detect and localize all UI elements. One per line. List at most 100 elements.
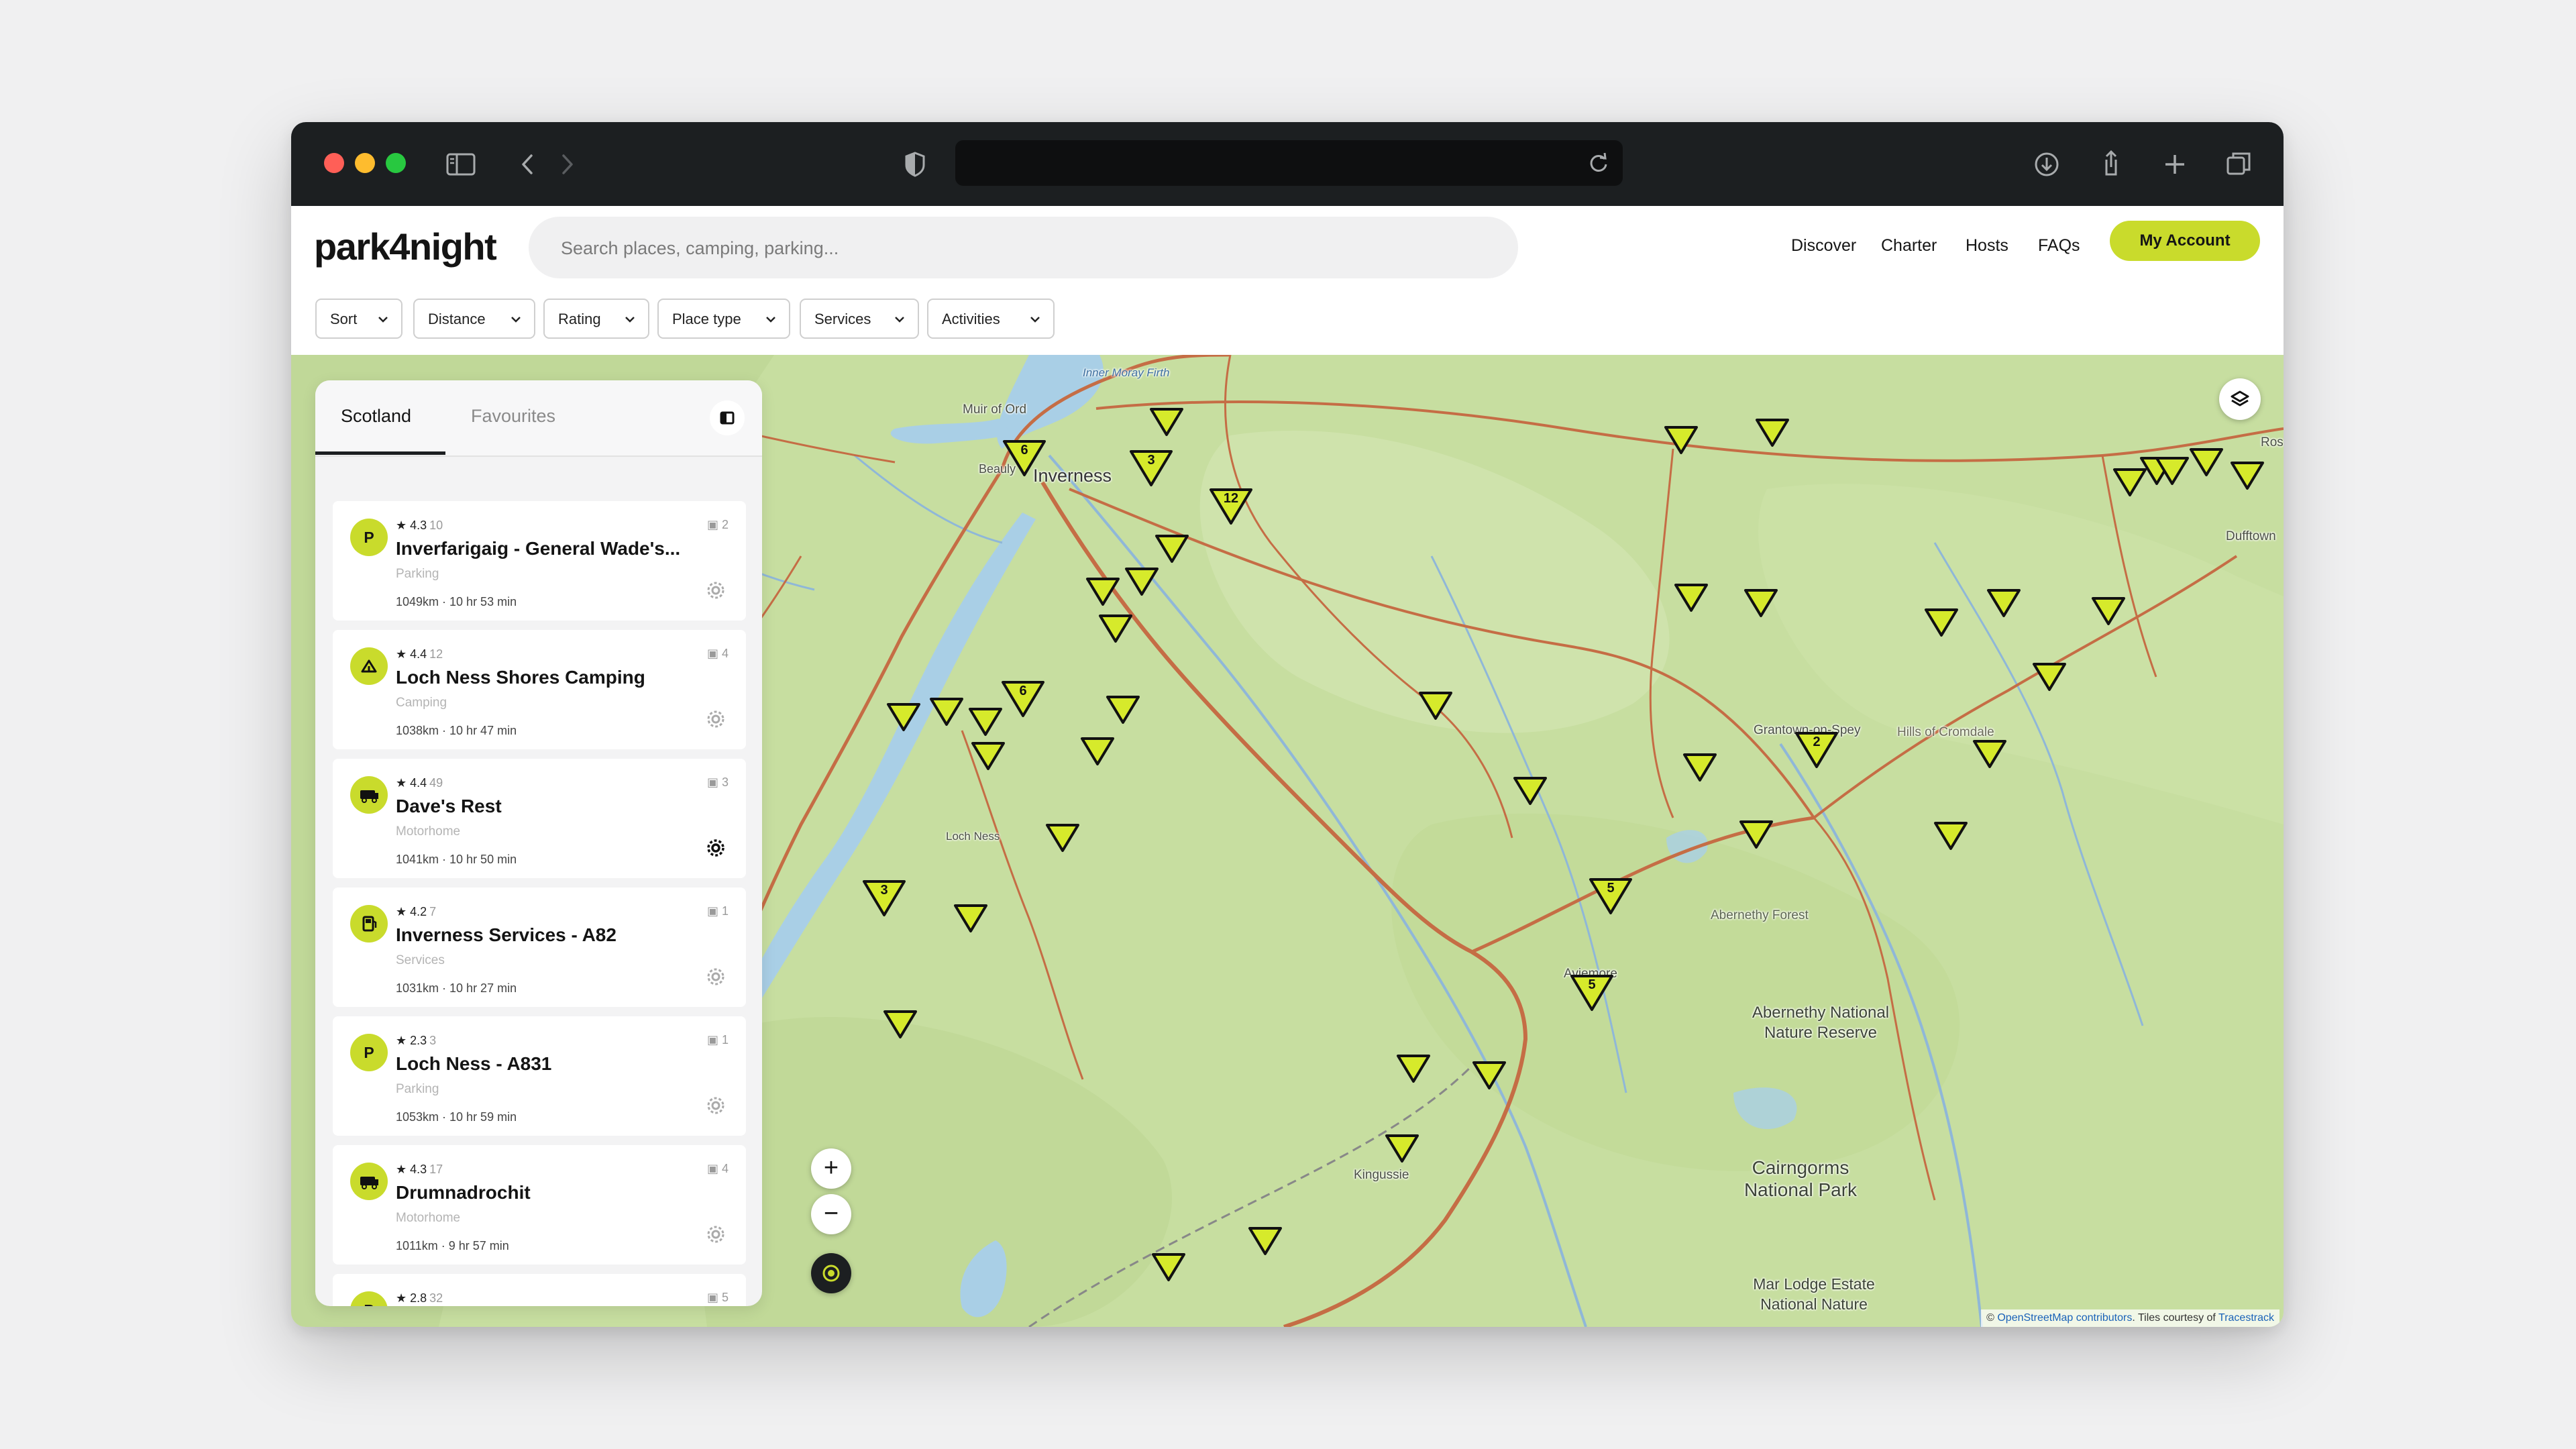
place-card[interactable]: ★ 4.2 7 ▣ 1 Inverness Services - A82 Serv… xyxy=(333,888,746,1007)
map-marker[interactable] xyxy=(1683,753,1717,782)
map-marker[interactable] xyxy=(1987,589,2021,617)
map-marker[interactable] xyxy=(1674,584,1708,612)
osm-link[interactable]: OpenStreetMap contributors xyxy=(1997,1312,2132,1324)
back-icon[interactable] xyxy=(511,148,545,181)
map-marker[interactable] xyxy=(1513,777,1547,805)
zoom-window-button[interactable] xyxy=(386,153,406,173)
gear-icon[interactable] xyxy=(703,706,729,732)
reload-icon[interactable] xyxy=(1585,150,1612,176)
map-marker[interactable] xyxy=(1744,589,1778,617)
map-cluster-marker[interactable]: 3 xyxy=(1130,450,1173,486)
map-marker[interactable] xyxy=(969,708,1002,736)
map-marker[interactable] xyxy=(2190,448,2223,476)
map-marker[interactable] xyxy=(1248,1227,1282,1255)
place-name[interactable]: Dave's Rest xyxy=(396,796,691,817)
place-name[interactable]: Loch Ness - A831 xyxy=(396,1053,691,1075)
map-marker[interactable] xyxy=(1099,614,1132,643)
download-icon[interactable] xyxy=(2030,148,2063,181)
gear-icon[interactable] xyxy=(703,1093,729,1118)
forward-icon[interactable] xyxy=(550,148,584,181)
gear-icon[interactable] xyxy=(703,1222,729,1247)
map-marker[interactable] xyxy=(1664,426,1698,454)
map-marker[interactable] xyxy=(1155,535,1189,563)
place-name[interactable]: Loch Ness Shores Camping xyxy=(396,667,691,688)
nav-discover[interactable]: Discover xyxy=(1791,236,1856,256)
map-marker[interactable] xyxy=(1081,737,1114,765)
nav-hosts[interactable]: Hosts xyxy=(1966,236,2008,256)
map-marker[interactable] xyxy=(1125,568,1159,596)
share-icon[interactable] xyxy=(2094,148,2128,181)
my-account-button[interactable]: My Account xyxy=(2110,221,2260,261)
locate-me-button[interactable] xyxy=(811,1253,851,1293)
map-cluster-marker[interactable]: 12 xyxy=(1210,488,1252,525)
map-marker[interactable] xyxy=(1397,1055,1430,1083)
map-marker[interactable] xyxy=(1086,578,1120,606)
zoom-out-button[interactable]: − xyxy=(811,1194,851,1234)
place-name[interactable]: Drumnadrochit xyxy=(396,1182,691,1203)
search-bar[interactable] xyxy=(529,217,1518,280)
minimize-window-button[interactable] xyxy=(355,153,375,173)
map-marker[interactable] xyxy=(887,703,920,731)
park4night-logo[interactable]: park4night xyxy=(314,225,497,268)
privacy-shield-icon[interactable] xyxy=(898,148,932,181)
map-marker[interactable] xyxy=(1385,1134,1419,1163)
map-view[interactable]: Muir of Ord Beauly Inverness Inner Moray… xyxy=(291,355,2284,1327)
nav-charter[interactable]: Charter xyxy=(1881,236,1937,256)
map-marker[interactable] xyxy=(1973,740,2006,768)
new-tab-icon[interactable] xyxy=(2158,148,2192,181)
nav-faqs[interactable]: FAQs xyxy=(2038,236,2080,256)
map-marker[interactable] xyxy=(971,742,1005,770)
map-cluster-marker[interactable]: 6 xyxy=(1003,440,1046,476)
map-marker[interactable] xyxy=(1419,692,1452,720)
gear-icon[interactable] xyxy=(703,835,729,861)
map-marker[interactable] xyxy=(883,1010,917,1038)
place-card[interactable]: ★ 4.3 17 ▣ 4 Drumnadrochit Motorhome 1011… xyxy=(333,1145,746,1265)
activities-filter[interactable]: Activities xyxy=(927,299,1055,339)
map-marker[interactable] xyxy=(2231,462,2264,490)
tab-favourites[interactable]: Favourites xyxy=(471,406,555,427)
map-marker[interactable] xyxy=(2092,597,2125,625)
map-layers-button[interactable] xyxy=(2219,378,2261,420)
place-type-filter[interactable]: Place type xyxy=(657,299,790,339)
place-card[interactable]: P ★ 4.3 10 ▣ 2 Inverfarigaig - General Wa… xyxy=(333,501,746,621)
tracestrack-link[interactable]: Tracestrack xyxy=(2218,1312,2274,1324)
map-marker[interactable] xyxy=(1152,1253,1185,1281)
search-input[interactable] xyxy=(559,217,1488,280)
map-cluster-marker[interactable]: 5 xyxy=(1589,878,1632,914)
map-marker[interactable] xyxy=(1925,608,1958,637)
map-marker[interactable] xyxy=(1046,824,1079,852)
place-name[interactable]: Inverness Services - A82 xyxy=(396,924,691,946)
map-cluster-marker[interactable]: 2 xyxy=(1795,732,1838,768)
close-window-button[interactable] xyxy=(324,153,344,173)
place-card[interactable]: ★ 4.4 12 ▣ 4 Loch Ness Shores Camping Cam… xyxy=(333,630,746,749)
map-marker[interactable] xyxy=(1472,1061,1506,1089)
collapse-panel-button[interactable] xyxy=(710,400,745,435)
distance-filter[interactable]: Distance xyxy=(413,299,535,339)
map-marker[interactable] xyxy=(1934,822,1968,850)
url-bar[interactable] xyxy=(955,140,1623,186)
tab-scotland[interactable]: Scotland xyxy=(341,406,411,427)
map-marker[interactable] xyxy=(1150,408,1183,436)
tab-overview-icon[interactable] xyxy=(2222,148,2255,181)
sort-filter[interactable]: Sort xyxy=(315,299,402,339)
map-marker[interactable] xyxy=(1756,419,1789,447)
map-marker[interactable] xyxy=(930,698,963,726)
map-marker[interactable] xyxy=(2033,663,2066,691)
sidebar-toggle-icon[interactable] xyxy=(444,148,478,181)
map-marker[interactable] xyxy=(954,904,987,932)
map-marker[interactable] xyxy=(1739,820,1773,849)
gear-icon[interactable] xyxy=(703,964,729,989)
place-card[interactable]: P ★ 2.832 ▣ 5 xyxy=(333,1274,746,1306)
map-cluster-marker[interactable]: 5 xyxy=(1570,975,1613,1011)
place-name[interactable]: Inverfarigaig - General Wade's... xyxy=(396,538,691,559)
place-card[interactable]: ★ 4.4 49 ▣ 3 Dave's Rest Motorhome 1041km… xyxy=(333,759,746,878)
map-marker[interactable] xyxy=(2113,468,2147,496)
map-marker[interactable] xyxy=(1106,696,1140,724)
services-filter[interactable]: Services xyxy=(800,299,919,339)
place-card[interactable]: P ★ 2.3 3 ▣ 1 Loch Ness - A831 Parking 10… xyxy=(333,1016,746,1136)
map-cluster-marker[interactable]: 6 xyxy=(1002,681,1044,717)
gear-icon[interactable] xyxy=(703,578,729,603)
map-cluster-marker[interactable]: 3 xyxy=(863,880,906,916)
zoom-in-button[interactable]: + xyxy=(811,1148,851,1189)
rating-filter[interactable]: Rating xyxy=(543,299,649,339)
